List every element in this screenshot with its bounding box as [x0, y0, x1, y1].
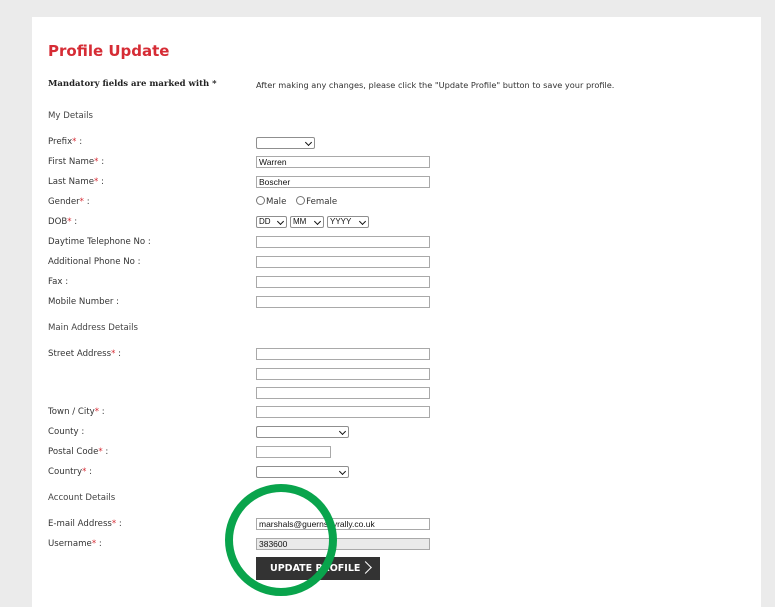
county-label: County : — [48, 427, 85, 437]
radio-male[interactable] — [256, 196, 265, 205]
gender-radio-group: Male Female — [256, 196, 337, 208]
last-name-label: Last Name* : — [48, 177, 104, 187]
town-city-input[interactable] — [256, 406, 430, 418]
additional-phone-input[interactable] — [256, 256, 430, 268]
required-marker: * — [111, 349, 116, 359]
street-address-line2-input[interactable] — [256, 368, 430, 380]
prefix-select[interactable] — [256, 137, 315, 149]
first-name-label: First Name* : — [48, 157, 105, 167]
daytime-phone-input[interactable] — [256, 236, 430, 248]
dob-month-select[interactable]: MM — [290, 216, 324, 228]
gender-label: Gender* : — [48, 197, 90, 207]
required-marker: * — [111, 519, 117, 529]
mobile-input[interactable] — [256, 296, 430, 308]
gender-male-option[interactable]: Male — [256, 196, 286, 207]
mandatory-note: Mandatory fields are marked with * — [48, 79, 217, 89]
username-label: Username* : — [48, 539, 102, 549]
section-account-details: Account Details — [48, 493, 116, 503]
required-marker: * — [82, 467, 87, 477]
prefix-label: Prefix* : — [48, 137, 83, 147]
dob-year-select[interactable]: YYYY — [327, 216, 369, 228]
last-name-input[interactable]: Boscher — [256, 176, 430, 188]
dob-label: DOB* : — [48, 217, 78, 227]
required-marker: * — [94, 157, 99, 167]
street-address-line1-input[interactable] — [256, 348, 430, 360]
chevron-down-icon — [304, 138, 313, 147]
section-my-details: My Details — [48, 111, 94, 121]
chevron-down-icon — [313, 217, 322, 226]
daytime-phone-label: Daytime Telephone No : — [48, 237, 151, 247]
fax-label: Fax : — [48, 277, 69, 287]
update-profile-label: UPDATE PROFILE — [270, 563, 361, 574]
radio-female[interactable] — [296, 196, 306, 205]
required-marker: * — [72, 137, 77, 147]
page-title: Profile Update — [48, 42, 170, 60]
required-marker: * — [94, 407, 100, 417]
additional-phone-label: Additional Phone No : — [48, 257, 141, 267]
fax-input[interactable] — [256, 276, 430, 288]
required-marker: * — [79, 197, 84, 207]
required-marker: * — [67, 217, 72, 227]
county-select[interactable] — [256, 426, 349, 438]
update-profile-button[interactable]: UPDATE PROFILE — [256, 557, 380, 580]
street-address-line3-input[interactable] — [256, 387, 430, 399]
postal-code-input[interactable] — [256, 446, 331, 458]
chevron-down-icon — [276, 217, 285, 226]
street-address-label: Street Address* : — [48, 349, 122, 359]
first-name-input[interactable]: Warren — [256, 156, 430, 168]
required-marker: * — [91, 539, 97, 549]
required-marker: * — [98, 447, 103, 457]
country-label: Country* : — [48, 467, 93, 477]
chevron-down-icon — [338, 427, 347, 436]
required-marker: * — [94, 177, 99, 187]
gender-female-option[interactable]: Female — [296, 196, 337, 207]
section-main-address: Main Address Details — [48, 323, 138, 333]
mobile-label: Mobile Number : — [48, 297, 120, 307]
username-field: 383600 — [256, 538, 430, 550]
email-label: E-mail Address* : — [48, 519, 122, 529]
email-input[interactable]: marshals@guernseyrally.co.uk — [256, 518, 430, 530]
instructions-text: After making any changes, please click t… — [256, 80, 615, 90]
country-select[interactable] — [256, 466, 349, 478]
postal-code-label: Postal Code* : — [48, 447, 109, 457]
chevron-right-icon — [359, 561, 372, 574]
chevron-down-icon — [338, 467, 347, 476]
chevron-down-icon — [358, 217, 367, 226]
dob-day-select[interactable]: DD — [256, 216, 287, 228]
town-city-label: Town / City* : — [48, 407, 105, 417]
